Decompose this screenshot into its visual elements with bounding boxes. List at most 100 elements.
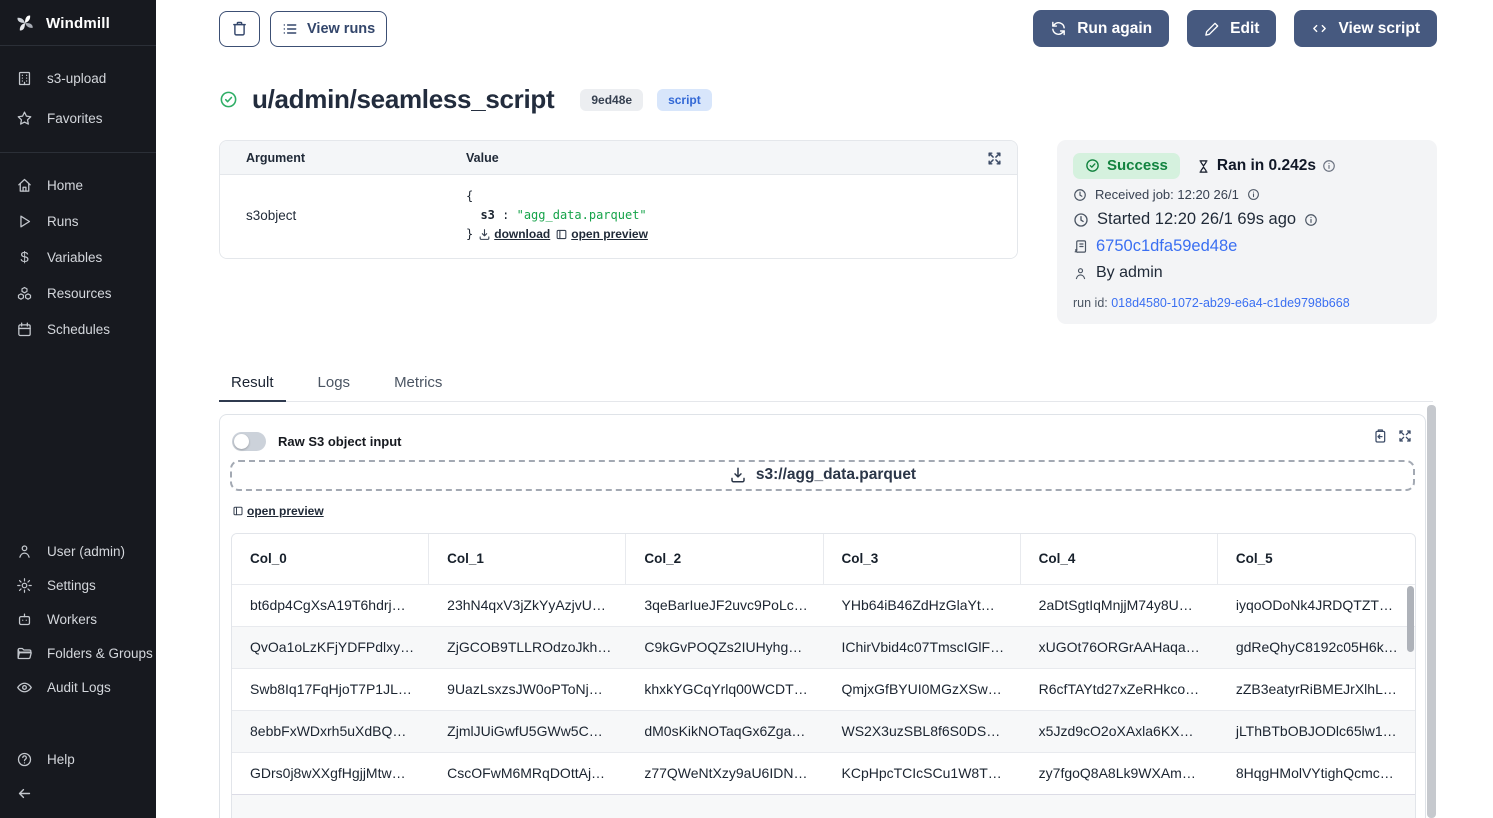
open-preview-link[interactable]: open preview: [555, 225, 648, 244]
table-row-partial: [232, 794, 1415, 818]
clipboard-copy-icon[interactable]: [1372, 428, 1388, 444]
expand-icon[interactable]: [986, 150, 1003, 167]
hourglass-icon: [1196, 159, 1211, 174]
sidebar-item-favorites[interactable]: Favorites: [0, 98, 156, 138]
sidebar-item-schedules[interactable]: Schedules: [0, 311, 156, 347]
sidebar-item-workers[interactable]: Workers: [0, 602, 156, 636]
sidebar-item-settings[interactable]: Settings: [0, 568, 156, 602]
table-cell: ZjGCOB9TLLROdzoJkh…: [429, 626, 626, 668]
page-header: u/admin/seamless_script 9ed48e script: [219, 84, 1493, 115]
status-card: Success Ran in 0.242s Received job: 12:2…: [1057, 140, 1437, 324]
refresh-icon: [1050, 20, 1067, 37]
tab-logs[interactable]: Logs: [306, 374, 363, 402]
open-preview-link[interactable]: open preview: [232, 504, 324, 518]
args-row: s3object { s3 : "agg_data.parquet" } dow…: [220, 175, 1017, 258]
view-runs-button[interactable]: View runs: [270, 11, 387, 47]
info-icon[interactable]: [1247, 188, 1260, 201]
folder-icon: [16, 645, 33, 662]
view-script-label: View script: [1338, 20, 1420, 38]
started-label: Started 12:20 26/1 69s ago: [1097, 210, 1296, 229]
view-script-button[interactable]: View script: [1294, 10, 1437, 47]
args-col-value: Value: [466, 151, 499, 165]
sidebar-item-label: Help: [47, 752, 75, 767]
table-cell: QvOa1oLzKFjYDFPdlxy…: [232, 626, 429, 668]
eye-icon: [16, 679, 33, 696]
result-panel: Raw S3 object input s3://agg_data.parque…: [219, 414, 1426, 818]
table-header-cell[interactable]: Col_0: [232, 534, 429, 584]
table-cell: iyqoODoNk4JRDQTZT…: [1218, 584, 1415, 626]
table-cell: bt6dp4CgXsA19T6hdrj…: [232, 584, 429, 626]
building-icon: [16, 70, 33, 87]
arguments-table: Argument Value s3object { s3 : "agg_data…: [219, 140, 1018, 259]
table-cell: zy7fgoQ8A8Lk9WXAm…: [1021, 752, 1218, 794]
list-icon: [282, 21, 298, 37]
maximize-icon[interactable]: [1397, 428, 1413, 444]
json-colon: :: [502, 208, 509, 222]
run-id-label: run id:: [1073, 296, 1108, 310]
s3-download-button[interactable]: s3://agg_data.parquet: [230, 460, 1415, 491]
table-cell: CscOFwM6MRqDOttAj…: [429, 752, 626, 794]
gear-icon: [16, 577, 33, 594]
table-cell: xUGOt76ORGrAAHaqa…: [1021, 626, 1218, 668]
table-header-cell[interactable]: Col_5: [1218, 534, 1415, 584]
sidebar-collapse-button[interactable]: [0, 776, 156, 810]
status-badge-label: Success: [1107, 157, 1168, 174]
sidebar-item-label: Variables: [47, 250, 102, 265]
sidebar-item-help[interactable]: Help: [0, 742, 156, 776]
table-scrollbar[interactable]: [1407, 586, 1414, 652]
raw-s3-toggle[interactable]: [232, 432, 266, 451]
sidebar-item-folders-groups[interactable]: Folders & Groups: [0, 636, 156, 670]
app-brand[interactable]: Windmill: [0, 0, 156, 45]
check-circle-icon: [219, 90, 238, 109]
table-cell: KCpHpcTCIcSCu1W8T…: [824, 752, 1021, 794]
info-icon[interactable]: [1322, 159, 1336, 173]
run-id-link[interactable]: 018d4580-1072-ab29-e6a4-c1de9798b668: [1111, 296, 1349, 310]
arg-name: s3object: [220, 187, 466, 244]
sidebar-item-workspace[interactable]: s3-upload: [0, 58, 156, 98]
sidebar-item-label: Schedules: [47, 322, 110, 337]
panel-scrollbar[interactable]: [1427, 405, 1436, 818]
arg-value-json: { s3 : "agg_data.parquet" } download: [466, 187, 648, 244]
tab-metrics[interactable]: Metrics: [382, 374, 454, 402]
sidebar-item-label: Favorites: [47, 111, 103, 126]
table-cell: z77QWeNtXzy9aU6IDN…: [626, 752, 823, 794]
sidebar-item-user[interactable]: User (admin): [0, 534, 156, 568]
table-cell: jLThBTbOBJODlc65lw1…: [1218, 710, 1415, 752]
table-cell: 3qeBarIueJF2uvc9PoLc…: [626, 584, 823, 626]
json-brace-open: {: [466, 189, 473, 203]
open-preview-label: open preview: [247, 504, 324, 518]
sidebar-item-runs[interactable]: Runs: [0, 203, 156, 239]
table-header-cell[interactable]: Col_2: [626, 534, 823, 584]
run-again-label: Run again: [1077, 20, 1152, 38]
sidebar-item-label: Workers: [47, 612, 97, 627]
table-cell: WS2X3uzSBL8f6S0DS…: [824, 710, 1021, 752]
info-icon[interactable]: [1304, 213, 1318, 227]
sidebar: Windmill s3-upload Favorites Home: [0, 0, 156, 818]
windmill-logo-icon: [14, 12, 36, 34]
result-tabs: Result Logs Metrics: [219, 374, 1433, 402]
edit-label: Edit: [1230, 20, 1259, 38]
table-header-cell[interactable]: Col_4: [1021, 534, 1218, 584]
table-cell: x5Jzd9cO2oXAxla6KX…: [1021, 710, 1218, 752]
result-table: Col_0 Col_1 Col_2 Col_3 Col_4 Col_5 bt6d…: [231, 533, 1416, 818]
sidebar-item-label: Folders & Groups: [47, 646, 153, 661]
table-header-cell[interactable]: Col_3: [824, 534, 1021, 584]
trash-icon: [231, 20, 248, 37]
table-cell: gdReQhyC8192c05H6k…: [1218, 626, 1415, 668]
table-header-cell[interactable]: Col_1: [429, 534, 626, 584]
job-hash-link[interactable]: 6750c1dfa59ed48e: [1096, 237, 1237, 256]
table-cell: 8HqgHMolVYtighQcmc…: [1218, 752, 1415, 794]
version-badge[interactable]: 9ed48e: [580, 89, 643, 111]
s3-uri-label: s3://agg_data.parquet: [756, 466, 916, 484]
table-cell: 23hN4qxV3jZkYyAzjvU…: [429, 584, 626, 626]
sidebar-item-label: User (admin): [47, 544, 125, 559]
download-link[interactable]: download: [478, 225, 550, 244]
sidebar-item-audit-logs[interactable]: Audit Logs: [0, 670, 156, 704]
sidebar-item-variables[interactable]: $ Variables: [0, 239, 156, 275]
sidebar-item-resources[interactable]: Resources: [0, 275, 156, 311]
edit-button[interactable]: Edit: [1187, 10, 1276, 47]
run-again-button[interactable]: Run again: [1033, 10, 1169, 47]
delete-button[interactable]: [219, 11, 260, 47]
sidebar-item-home[interactable]: Home: [0, 167, 156, 203]
tab-result[interactable]: Result: [219, 374, 286, 402]
